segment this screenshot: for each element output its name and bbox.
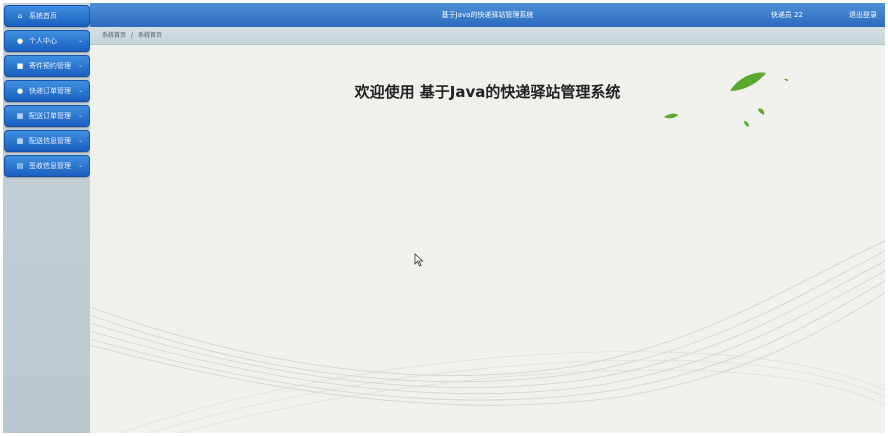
breadcrumb-current: 系统首页 [138,32,163,39]
sidebar-item-express-orders[interactable]: ● 快递订单管理 ⌄ [4,80,90,102]
breadcrumb: 系统首页 / 系统首页 [90,27,885,45]
home-icon: ⌂ [17,12,23,20]
sidebar-item-label: 快递订单管理 [29,87,71,95]
delivery-icon: ■ [16,62,24,70]
sidebar-item-label: 寄件预约管理 [29,62,71,70]
sidebar-item-label: 配送信息管理 [29,137,71,145]
grid-icon: ▦ [16,137,24,145]
chevron-down-icon: ⌄ [77,137,83,144]
mouse-cursor-icon [414,253,424,267]
sidebar-item-delivery-orders[interactable]: ▦ 配送订单管理 ⌄ [4,105,90,127]
sidebar-item-personal-center[interactable]: ● 个人中心 ⌄ [4,30,90,52]
chevron-down-icon: ⌄ [77,87,83,94]
chevron-down-icon: ⌄ [77,37,83,44]
welcome-heading: 欢迎使用 基于Java的快递驿站管理系统 [354,83,621,101]
background-decoration [90,72,885,433]
app-title: 基于Java的快递驿站管理系统 [441,11,534,19]
sidebar-item-label: 配送订单管理 [29,112,71,120]
sidebar-item-receipt-info[interactable]: ▤ 签收信息管理 ⌄ [4,155,90,177]
sidebar-item-home[interactable]: ⌂ 系统首页 [4,5,90,27]
list-icon: ▤ [16,162,24,170]
sidebar-item-label: 个人中心 [29,37,57,45]
sidebar-item-delivery-info[interactable]: ▦ 配送信息管理 ⌄ [4,130,90,152]
sidebar-item-label: 签收信息管理 [29,162,71,170]
sidebar: ⌂ 系统首页 ● 个人中心 ⌄ ■ 寄件预约管理 ⌄ ● 快递订单管理 ⌄ ▦ … [3,3,91,433]
chevron-down-icon: ⌄ [77,162,83,169]
sidebar-item-label: 系统首页 [29,12,57,20]
app-window: ⌂ 系统首页 ● 个人中心 ⌄ ■ 寄件预约管理 ⌄ ● 快递订单管理 ⌄ ▦ … [3,3,885,433]
location-pin-icon: ● [16,87,24,95]
header-bar: 基于Java的快递驿站管理系统 快递员 22 退出登录 [90,3,885,27]
user-icon: ● [16,37,24,45]
chevron-down-icon: ⌄ [77,62,83,69]
chevron-down-icon: ⌄ [77,112,83,119]
breadcrumb-separator: / [131,32,134,39]
current-user: 快递员 22 [770,11,803,19]
main-content: 欢迎使用 基于Java的快递驿站管理系统 [90,45,885,433]
sidebar-item-shipping-reservation[interactable]: ■ 寄件预约管理 ⌄ [4,55,90,77]
logout-link[interactable]: 退出登录 [849,3,877,27]
grid-icon: ▦ [16,112,24,120]
breadcrumb-home-link[interactable]: 系统首页 [102,27,126,44]
